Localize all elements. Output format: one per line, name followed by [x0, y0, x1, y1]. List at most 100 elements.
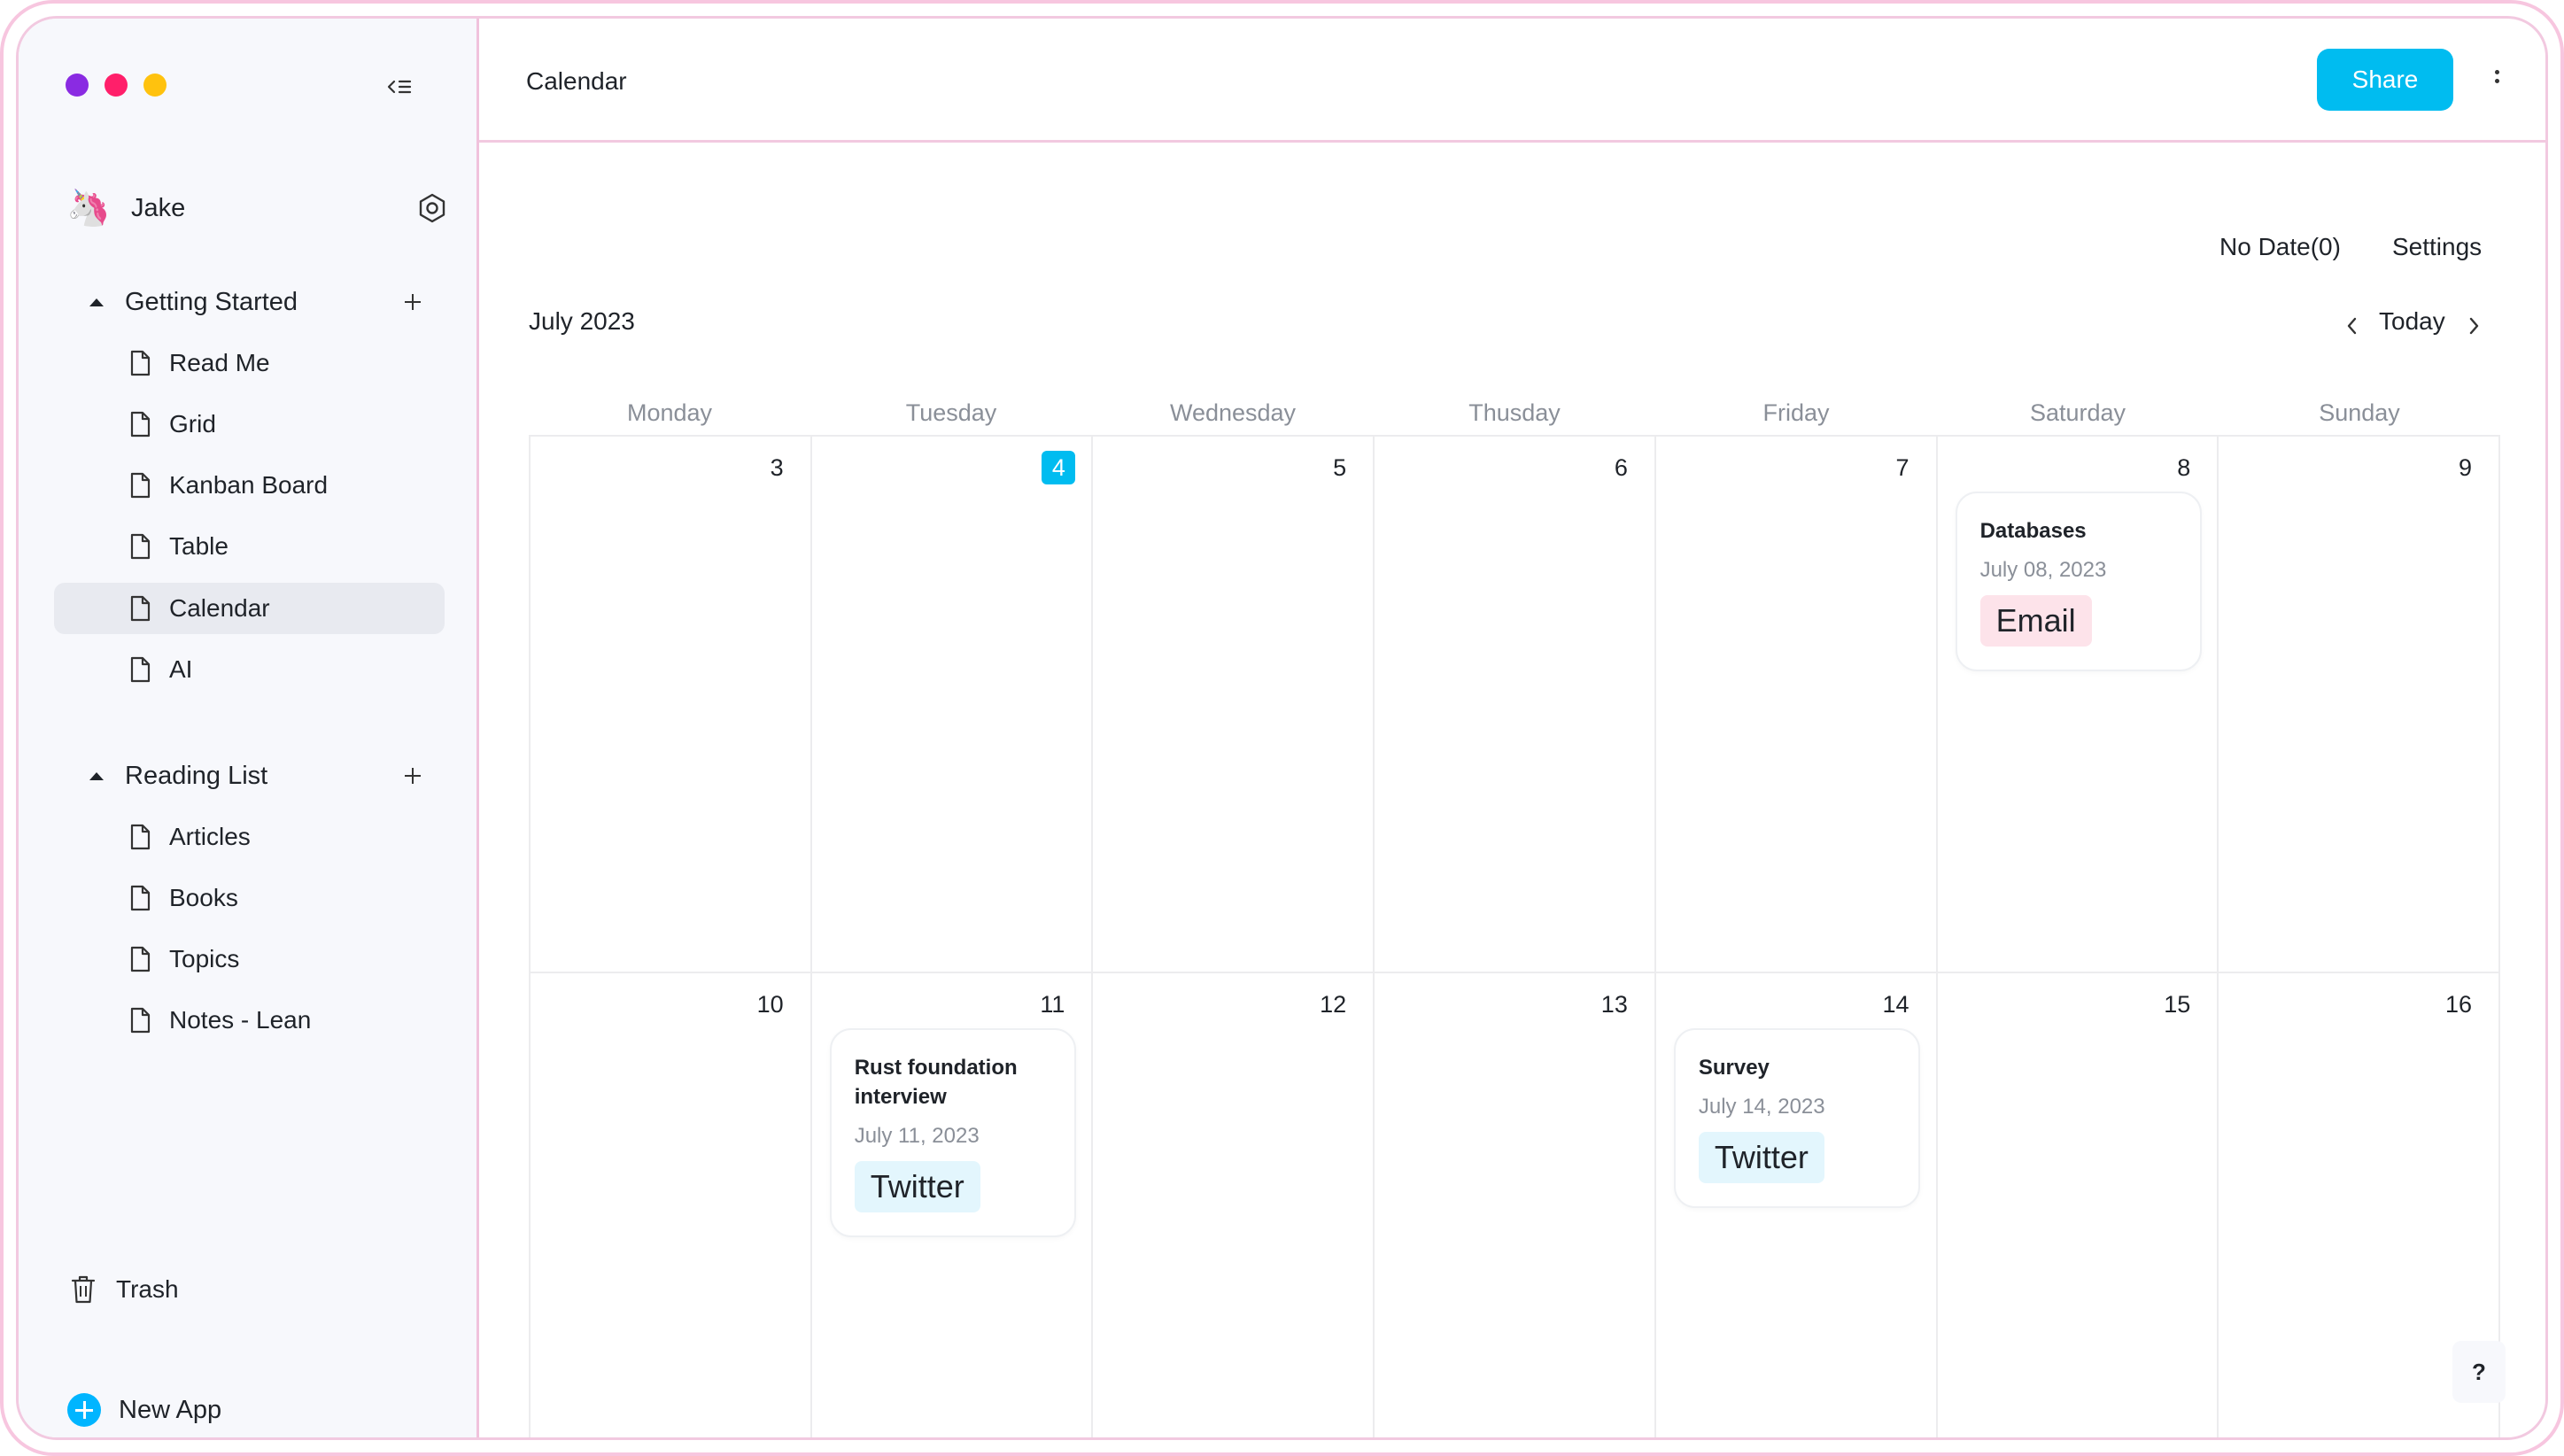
weekday-label: Wednesday: [1169, 399, 1297, 426]
section-reading-list[interactable]: Reading List: [72, 754, 444, 798]
sidebar-item-label: Read Me: [169, 349, 270, 376]
new-app-label: New App: [119, 1395, 222, 1424]
document-icon: [130, 411, 151, 438]
event-date: July 08, 2023: [1979, 558, 2107, 582]
more-options-icon[interactable]: [2488, 63, 2506, 98]
app-window: 🦄 Jake Getting Started Read Me Grid Kanb…: [16, 16, 2548, 1440]
weekday-label: Thusday: [1468, 399, 1561, 426]
calendar-day-cell[interactable]: 4: [811, 437, 1094, 973]
calendar-day-cell[interactable]: 10: [531, 973, 812, 1437]
day-number: 12: [1320, 991, 1347, 1018]
section-getting-started[interactable]: Getting Started: [72, 280, 444, 324]
user-name: Jake: [131, 193, 186, 222]
event-tag: Twitter: [854, 1161, 980, 1212]
calendar-day-cell[interactable]: 3: [531, 437, 812, 973]
calendar-day-cell[interactable]: 11 Rust foundation interview July 11, 20…: [812, 973, 1094, 1437]
sidebar-item-books[interactable]: Books: [54, 872, 445, 924]
day-number: 9: [2458, 454, 2472, 481]
plus-circle-icon: [67, 1393, 101, 1427]
event-date: July 11, 2023: [854, 1124, 980, 1148]
caret-up-icon: [89, 771, 104, 780]
document-icon: [130, 885, 151, 911]
sidebar-item-kanban-board[interactable]: Kanban Board: [54, 460, 445, 511]
chevron-right-icon[interactable]: [2463, 313, 2484, 339]
day-number: 5: [1333, 454, 1347, 481]
sidebar-item-articles[interactable]: Articles: [54, 811, 445, 863]
sidebar-item-topics[interactable]: Topics: [54, 933, 445, 985]
sidebar-item-table[interactable]: Table: [54, 521, 445, 572]
top-bar: Calendar Share: [479, 19, 2545, 143]
sidebar-item-notes-lean[interactable]: Notes - Lean: [54, 995, 445, 1046]
caret-up-icon: [89, 298, 104, 306]
day-number: 3: [770, 454, 784, 481]
calendar-week: 10 11 Rust foundation interview July 11,…: [531, 973, 2500, 1437]
sidebar-item-ai[interactable]: AI: [54, 644, 445, 695]
day-number: 8: [2177, 454, 2191, 481]
sidebar-item-calendar[interactable]: Calendar: [54, 583, 445, 634]
calendar-day-cell[interactable]: 8 Databases July 08, 2023 Email: [1937, 437, 2219, 973]
document-icon: [130, 946, 151, 972]
avatar: 🦄: [66, 189, 111, 228]
share-button[interactable]: Share: [2317, 49, 2453, 111]
window-controls: [66, 74, 167, 97]
event-card[interactable]: Databases July 08, 2023 Email: [1955, 492, 2202, 671]
event-card[interactable]: Rust foundation interview July 11, 2023 …: [829, 1028, 1076, 1237]
maximize-window-button[interactable]: [143, 74, 167, 97]
document-icon: [130, 656, 151, 683]
main-content: Calendar Share No Date(0) Settings July …: [479, 19, 2545, 1437]
calendar-day-cell[interactable]: 6: [1375, 437, 1656, 973]
calendar-day-cell[interactable]: 13: [1375, 973, 1656, 1437]
sidebar-item-label: AI: [169, 655, 193, 683]
today-day-number: 4: [1042, 451, 1076, 484]
event-date: July 14, 2023: [1698, 1095, 1825, 1119]
today-button[interactable]: Today: [2379, 307, 2445, 336]
new-app-button[interactable]: New App: [67, 1388, 221, 1432]
sidebar-item-label: Table: [169, 532, 229, 560]
sidebar-item-read-me[interactable]: Read Me: [54, 337, 445, 389]
sidebar-item-label: Kanban Board: [169, 471, 329, 499]
calendar-day-cell[interactable]: 15: [1938, 973, 2219, 1437]
trash-button[interactable]: Trash: [70, 1267, 179, 1312]
calendar-grid: 3 4 5 6 7 8 Databases July 08, 2023 Emai…: [529, 435, 2500, 1437]
day-number: 13: [1600, 991, 1628, 1018]
calendar-day-cell[interactable]: 7: [1655, 437, 1938, 973]
document-icon: [130, 533, 151, 560]
page-title: Calendar: [526, 67, 627, 95]
sidebar-item-label: Articles: [169, 823, 251, 850]
settings-icon[interactable]: [416, 192, 448, 224]
add-page-button[interactable]: [398, 287, 428, 317]
help-button[interactable]: ?: [2452, 1341, 2506, 1403]
calendar-day-cell[interactable]: 5: [1093, 437, 1375, 973]
trash-icon: [71, 1275, 96, 1304]
section-label: Getting Started: [125, 287, 298, 316]
section-label: Reading List: [125, 761, 268, 790]
weekday-label: Tuesday: [905, 399, 997, 426]
calendar-day-cell[interactable]: 9: [2219, 437, 2500, 973]
document-icon: [130, 595, 151, 622]
document-icon: [130, 472, 151, 499]
sidebar-item-label: Topics: [169, 945, 240, 972]
event-card[interactable]: Survey July 14, 2023 Twitter: [1673, 1028, 1920, 1208]
weekday-label: Monday: [626, 399, 713, 426]
calendar-day-cell[interactable]: 12: [1093, 973, 1375, 1437]
month-label: July 2023: [529, 307, 635, 335]
chevron-left-icon[interactable]: [2342, 313, 2363, 339]
day-number: 7: [1895, 454, 1909, 481]
document-icon: [130, 824, 151, 850]
event-title: Rust foundation interview: [854, 1056, 1018, 1109]
weekday-label: Friday: [1762, 399, 1830, 426]
event-tag: Email: [1979, 595, 2092, 647]
add-page-button[interactable]: [398, 761, 428, 791]
sidebar-item-grid[interactable]: Grid: [54, 399, 445, 450]
event-title: Databases: [1979, 519, 2087, 543]
user-profile[interactable]: 🦄 Jake: [66, 182, 448, 235]
weekday-label: Sunday: [2319, 399, 2400, 426]
no-date-button[interactable]: No Date(0): [2219, 233, 2341, 261]
minimize-window-button[interactable]: [105, 74, 128, 97]
calendar-day-cell[interactable]: 14 Survey July 14, 2023 Twitter: [1656, 973, 1938, 1437]
day-number: 11: [1040, 991, 1065, 1018]
close-window-button[interactable]: [66, 74, 89, 97]
collapse-sidebar-icon[interactable]: [383, 74, 419, 100]
calendar-settings-button[interactable]: Settings: [2392, 233, 2482, 261]
day-number: 14: [1882, 991, 1909, 1018]
